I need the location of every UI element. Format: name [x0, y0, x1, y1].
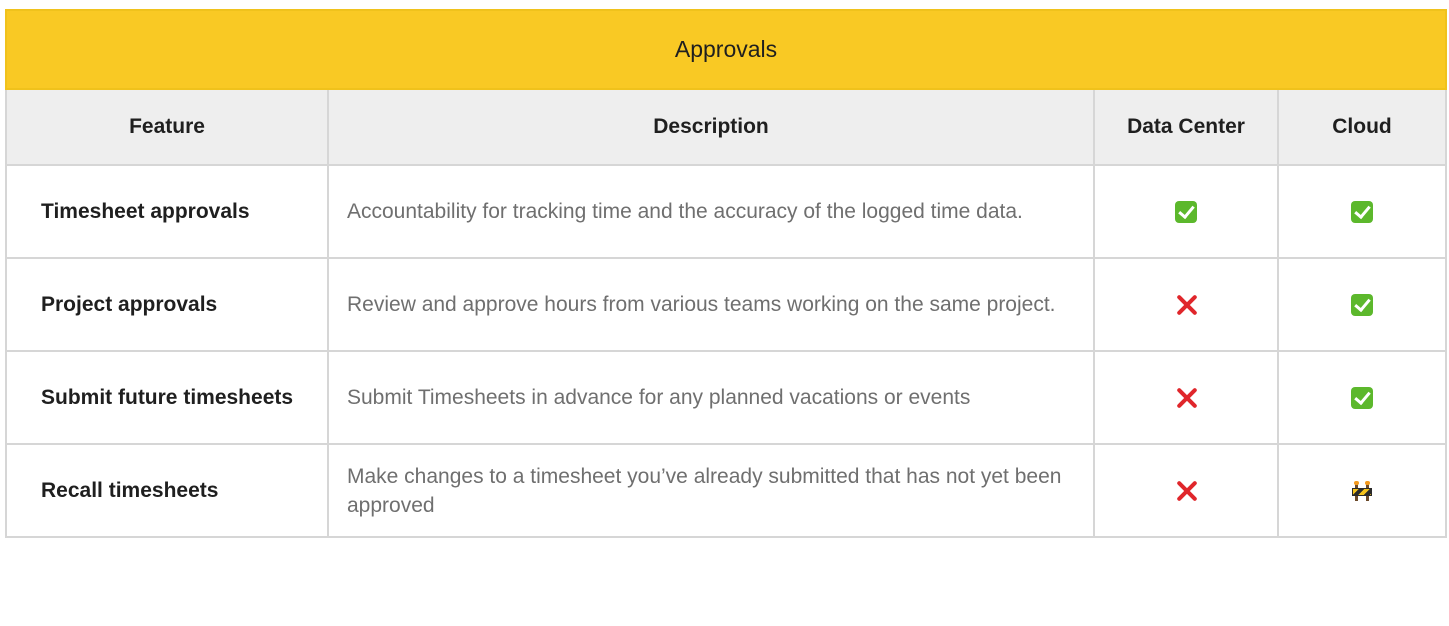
table-row: Timesheet approvals Accountability for t…: [5, 164, 1448, 259]
approvals-table: Approvals Feature Description Data Cente…: [4, 9, 1448, 538]
data-center-cell: [1093, 257, 1279, 352]
check-icon: [1351, 200, 1374, 223]
page: Approvals Feature Description Data Cente…: [0, 0, 1449, 626]
table-header-row: Feature Description Data Center Cloud: [5, 88, 1448, 166]
table-title: Approvals: [4, 9, 1448, 90]
cloud-cell: [1276, 257, 1448, 352]
check-icon: [1351, 293, 1374, 316]
feature-cell: Timesheet approvals: [5, 164, 329, 259]
feature-cell: Recall timesheets: [5, 443, 329, 538]
column-header-data-center: Data Center: [1093, 88, 1279, 166]
cross-icon: [1175, 480, 1197, 502]
barrier-board: [1352, 487, 1373, 496]
feature-cell: Project approvals: [5, 257, 329, 352]
barrier-lamp-left: [1354, 480, 1360, 485]
cloud-cell: [1276, 350, 1448, 445]
cross-icon: [1175, 387, 1197, 409]
cloud-cell: [1276, 443, 1448, 538]
construction-barrier-icon: [1352, 480, 1373, 501]
cloud-cell: [1276, 164, 1448, 259]
cross-icon: [1175, 294, 1197, 316]
column-header-cloud: Cloud: [1276, 88, 1448, 166]
barrier-lamp-right: [1365, 480, 1371, 485]
data-center-cell: [1093, 164, 1279, 259]
column-header-description: Description: [327, 88, 1095, 166]
table-row: Recall timesheets Make changes to a time…: [5, 443, 1448, 538]
description-cell: Accountability for tracking time and the…: [327, 164, 1095, 259]
data-center-cell: [1093, 350, 1279, 445]
table-row: Submit future timesheets Submit Timeshee…: [5, 350, 1448, 445]
data-center-cell: [1093, 443, 1279, 538]
table-title-row: Approvals: [4, 9, 1448, 90]
description-cell: Review and approve hours from various te…: [327, 257, 1095, 352]
check-icon: [1351, 386, 1374, 409]
feature-cell: Submit future timesheets: [5, 350, 329, 445]
check-icon: [1175, 200, 1197, 223]
column-header-feature: Feature: [5, 88, 329, 166]
description-cell: Submit Timesheets in advance for any pla…: [327, 350, 1095, 445]
description-cell: Make changes to a timesheet you’ve alrea…: [327, 443, 1095, 538]
table-row: Project approvals Review and approve hou…: [5, 257, 1448, 352]
